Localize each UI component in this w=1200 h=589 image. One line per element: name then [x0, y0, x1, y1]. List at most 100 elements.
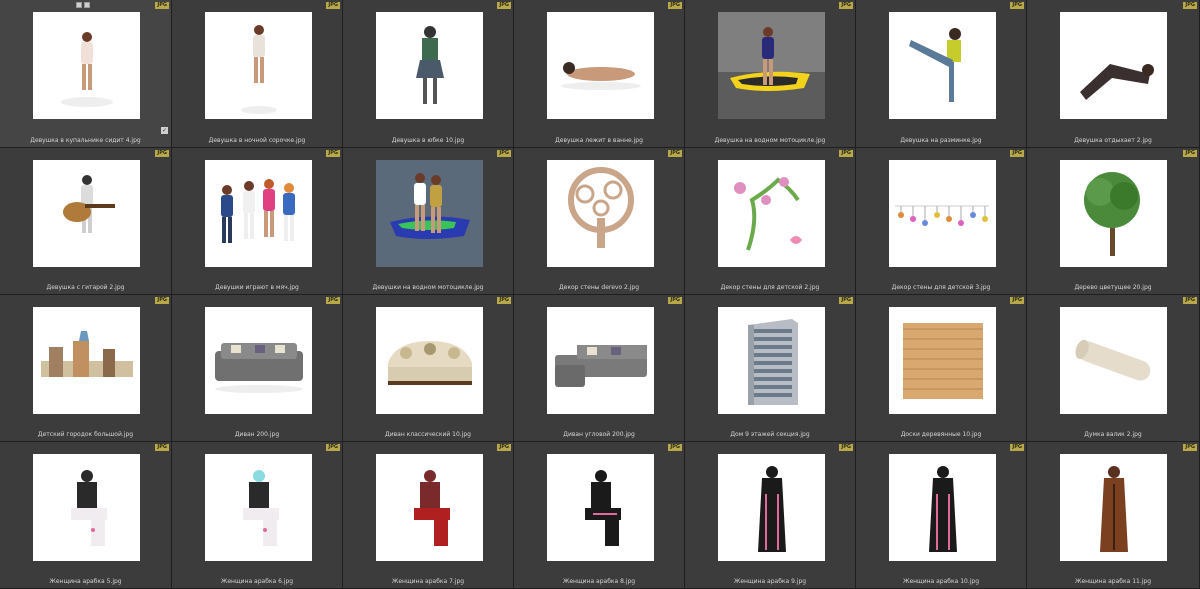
thumbnail-image[interactable] — [376, 12, 483, 119]
thumbnail-filename: Декор стены для детской 2.jpg — [720, 284, 820, 291]
thumbnail-image[interactable] — [376, 307, 483, 414]
file-type-badge: JPG — [839, 150, 853, 157]
thumbnail-image[interactable] — [205, 454, 312, 561]
thumbnail-filename: Диван угловой 200.jpg — [563, 431, 635, 438]
thumbnail-image[interactable] — [889, 160, 996, 267]
thumbnail-image[interactable] — [718, 307, 825, 414]
thumbnail-cell[interactable]: JPG Женщина арабка 8.jpg — [514, 442, 685, 589]
thumbnail-image[interactable] — [547, 307, 654, 414]
thumbnail-filename: Девушка в ночной сорочке.jpg — [208, 137, 306, 144]
thumbnail-cell[interactable]: JPG Женщина арабка 6.jpg — [172, 442, 343, 589]
thumbnail-cell[interactable]: JPG Думка валик 2.jpg — [1027, 295, 1200, 442]
file-type-badge: JPG — [668, 2, 682, 9]
thumbnail-image[interactable] — [205, 307, 312, 414]
thumbnail-cell[interactable]: JPG Декор стены для детской 2.jpg — [685, 148, 856, 295]
file-type-badge: JPG — [1183, 297, 1197, 304]
thumbnail-image[interactable] — [376, 454, 483, 561]
thumbnail-filename: Девушка отдыхает 2.jpg — [1074, 137, 1152, 144]
thumbnail-cell[interactable]: JPG Декор стены derevo 2.jpg — [514, 148, 685, 295]
thumbnail-filename: Девушка на разминке.jpg — [900, 137, 982, 144]
thumbnail-cell[interactable]: JPG Дом 9 этажей секция.jpg — [685, 295, 856, 442]
thumbnail-cell[interactable]: JPG Женщина арабка 7.jpg — [343, 442, 514, 589]
thumbnail-cell[interactable]: JPG Диван 200.jpg — [172, 295, 343, 442]
thumbnail-image[interactable] — [33, 12, 140, 119]
thumbnail-image[interactable] — [1060, 12, 1167, 119]
thumbnail-cell[interactable]: JPG Девушка на разминке.jpg — [856, 0, 1027, 148]
checkbox-icon[interactable]: ✓ — [161, 127, 168, 134]
thumbnail-cell[interactable]: JPG Девушка в юбке 10.jpg — [343, 0, 514, 148]
thumbnail-grid: JPG Девушка в купальнике сидит 4.jpg ✓ JPG… — [0, 0, 1200, 589]
file-type-badge: JPG — [326, 444, 340, 451]
thumbnail-filename: Женщина арабка 10.jpg — [902, 578, 980, 585]
thumbnail-filename: Девушки играют в мяч.jpg — [215, 284, 299, 291]
thumbnail-filename: Девушка в юбке 10.jpg — [391, 137, 465, 144]
thumbnail-image[interactable] — [205, 12, 312, 119]
view-toggle-icons[interactable] — [76, 2, 90, 8]
thumbnail-cell[interactable]: JPG Диван угловой 200.jpg — [514, 295, 685, 442]
thumbnail-filename: Женщина арабка 9.jpg — [733, 578, 807, 585]
edit-icon[interactable] — [84, 2, 90, 8]
file-type-badge: JPG — [839, 297, 853, 304]
thumbnail-cell[interactable]: JPG Девушка лежит в ванне.jpg — [514, 0, 685, 148]
thumbnail-image[interactable] — [33, 454, 140, 561]
file-type-badge: JPG — [1010, 297, 1024, 304]
thumbnail-filename: Думка валик 2.jpg — [1084, 431, 1142, 438]
thumbnail-filename: Дерево цветущее 20.jpg — [1074, 284, 1152, 291]
thumbnail-filename: Доски деревянные 10.jpg — [900, 431, 982, 438]
thumbnail-filename: Диван классический 10.jpg — [385, 431, 471, 438]
thumbnail-image[interactable] — [718, 454, 825, 561]
thumbnail-cell[interactable]: JPG Девушка в ночной сорочке.jpg — [172, 0, 343, 148]
file-type-badge: JPG — [497, 444, 511, 451]
thumbnail-filename: Женщина арабка 5.jpg — [49, 578, 122, 585]
thumbnail-image[interactable] — [889, 307, 996, 414]
thumbnail-cell[interactable]: JPG Девушка на водном мотоцикле.jpg — [685, 0, 856, 148]
thumbnail-filename: Декор стены для детской 3.jpg — [891, 284, 991, 291]
thumbnail-image[interactable] — [547, 160, 654, 267]
thumbnail-image[interactable] — [1060, 454, 1167, 561]
thumbnail-image[interactable] — [33, 307, 140, 414]
thumbnail-image[interactable] — [718, 160, 825, 267]
file-type-badge: JPG — [326, 2, 340, 9]
thumbnail-cell[interactable]: JPG Девушка отдыхает 2.jpg — [1027, 0, 1200, 148]
thumbnail-image[interactable] — [547, 454, 654, 561]
file-type-badge: JPG — [1010, 150, 1024, 157]
thumbnail-cell[interactable]: JPG Девушки на водном мотоцикле.jpg — [343, 148, 514, 295]
file-type-badge: JPG — [326, 297, 340, 304]
thumbnail-cell[interactable]: JPG Женщина арабка 9.jpg — [685, 442, 856, 589]
frame-icon[interactable] — [76, 2, 82, 8]
file-type-badge: JPG — [668, 297, 682, 304]
thumbnail-image[interactable] — [376, 160, 483, 267]
thumbnail-cell[interactable]: JPG Дерево цветущее 20.jpg — [1027, 148, 1200, 295]
thumbnail-image[interactable] — [889, 12, 996, 119]
thumbnail-cell[interactable]: JPG Девушка с гитарой 2.jpg — [0, 148, 172, 295]
file-type-badge: JPG — [497, 150, 511, 157]
thumbnail-image[interactable] — [1060, 307, 1167, 414]
thumbnail-cell[interactable]: JPG Женщина арабка 5.jpg — [0, 442, 172, 589]
thumbnail-cell[interactable]: JPG Диван классический 10.jpg — [343, 295, 514, 442]
thumbnail-image[interactable] — [889, 454, 996, 561]
file-type-badge: JPG — [155, 444, 169, 451]
thumbnail-image[interactable] — [1060, 160, 1167, 267]
thumbnail-cell[interactable]: JPG Детский городок большой.jpg — [0, 295, 172, 442]
thumbnail-cell[interactable]: JPG Девушка в купальнике сидит 4.jpg ✓ — [0, 0, 172, 148]
thumbnail-filename: Детский городок большой.jpg — [37, 431, 134, 438]
thumbnail-image[interactable] — [547, 12, 654, 119]
thumbnail-filename: Дом 9 этажей секция.jpg — [730, 431, 810, 438]
file-type-badge: JPG — [668, 444, 682, 451]
thumbnail-cell[interactable]: JPG Девушки играют в мяч.jpg — [172, 148, 343, 295]
thumbnail-cell[interactable]: JPG Женщина арабка 10.jpg — [856, 442, 1027, 589]
file-type-badge: JPG — [497, 297, 511, 304]
thumbnail-image[interactable] — [718, 12, 825, 119]
thumbnail-cell[interactable]: JPG Женщина арабка 11.jpg — [1027, 442, 1200, 589]
thumbnail-filename: Девушка в купальнике сидит 4.jpg — [30, 137, 141, 144]
thumbnail-filename: Женщина арабка 6.jpg — [220, 578, 294, 585]
thumbnail-filename: Женщина арабка 7.jpg — [391, 578, 465, 585]
thumbnail-image[interactable] — [205, 160, 312, 267]
file-type-badge: JPG — [497, 2, 511, 9]
thumbnail-image[interactable] — [33, 160, 140, 267]
thumbnail-cell[interactable]: JPG Доски деревянные 10.jpg — [856, 295, 1027, 442]
file-type-badge: JPG — [326, 150, 340, 157]
file-type-badge: JPG — [668, 150, 682, 157]
file-type-badge: JPG — [1010, 444, 1024, 451]
thumbnail-cell[interactable]: JPG Декор стены для детской 3.jpg — [856, 148, 1027, 295]
